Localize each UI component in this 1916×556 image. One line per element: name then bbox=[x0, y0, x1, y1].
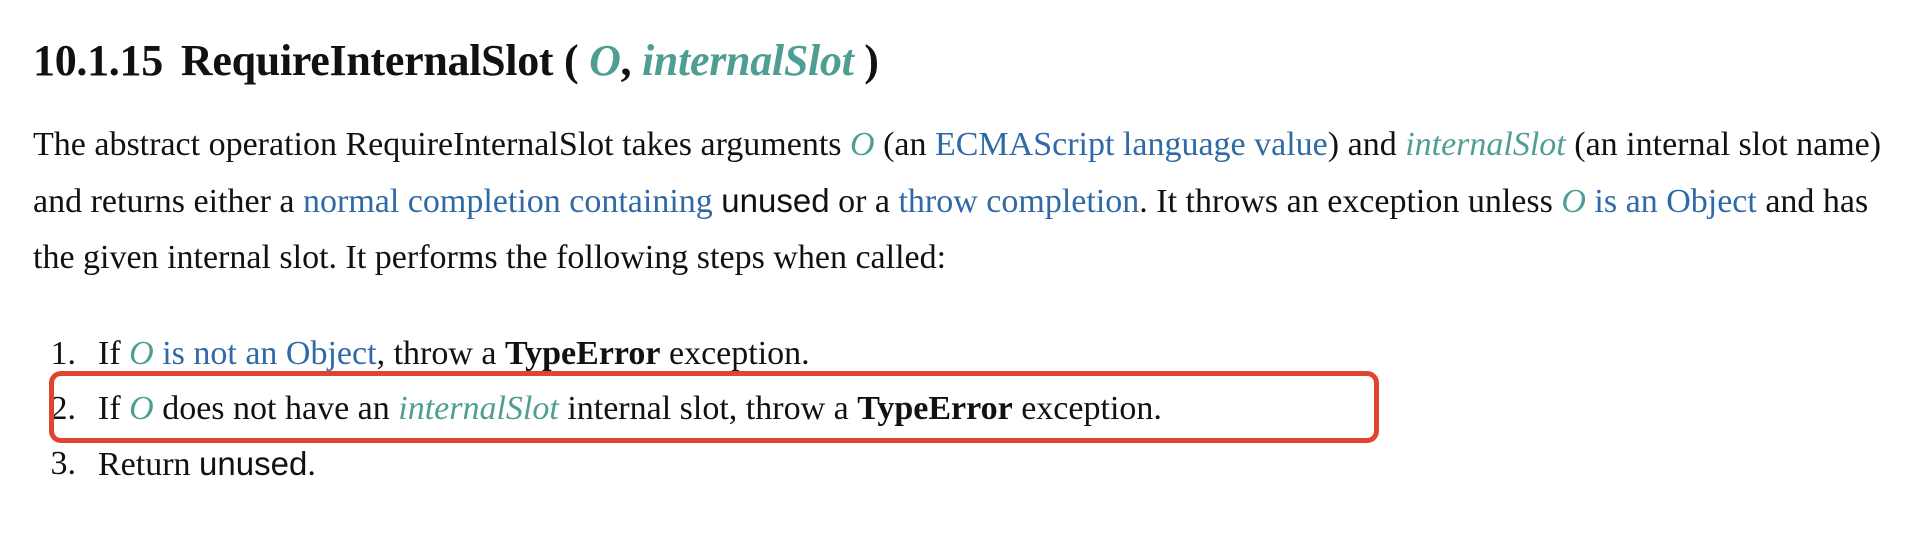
param-o: O bbox=[589, 36, 621, 85]
step-text: If bbox=[98, 335, 130, 372]
intro-paragraph: The abstract operation RequireInternalSl… bbox=[33, 117, 1893, 286]
intro-text: (an bbox=[874, 126, 935, 163]
var-o[interactable]: O bbox=[1561, 183, 1586, 220]
param-comma: , bbox=[620, 36, 632, 85]
intro-text: . It throws an exception unless bbox=[1139, 183, 1562, 220]
step-text: . bbox=[307, 446, 316, 483]
step-text: , throw a bbox=[376, 335, 505, 372]
var-o[interactable]: O bbox=[850, 126, 875, 163]
step-2-highlight-box bbox=[49, 371, 1379, 443]
var-internal-slot[interactable]: internalSlot bbox=[1405, 126, 1566, 163]
step-text: Return bbox=[98, 446, 200, 483]
intro-text: or a bbox=[829, 183, 899, 220]
link-is-not-an-object[interactable]: is not an Object bbox=[162, 335, 376, 372]
operation-name: RequireInternalSlot bbox=[180, 36, 554, 85]
link-is-an-object[interactable]: is an Object bbox=[1594, 183, 1756, 220]
intro-text: ) and bbox=[1327, 126, 1406, 163]
link-ecmascript-language-value[interactable]: ECMAScript language value bbox=[935, 126, 1328, 163]
section-heading: 10.1.15 RequireInternalSlot ( O, internal… bbox=[33, 34, 1893, 88]
open-paren: ( bbox=[564, 36, 579, 85]
var-o[interactable]: O bbox=[129, 335, 154, 372]
type-error: TypeError bbox=[504, 335, 661, 372]
param-internal-slot: internalSlot bbox=[641, 36, 854, 85]
close-paren: ) bbox=[864, 36, 879, 85]
section-number: 10.1.15 bbox=[33, 36, 163, 85]
link-throw-completion[interactable]: throw completion bbox=[898, 183, 1139, 220]
step-number: 3 bbox=[51, 436, 77, 491]
unused-value: unused bbox=[199, 445, 308, 482]
step-3: 3 Return unused. bbox=[33, 436, 1893, 492]
step-text bbox=[154, 335, 163, 372]
link-normal-completion[interactable]: normal completion containing bbox=[303, 183, 713, 220]
intro-text: The abstract operation RequireInternalSl… bbox=[33, 126, 850, 163]
unused-value: unused bbox=[721, 182, 830, 219]
step-text: exception. bbox=[660, 335, 810, 372]
